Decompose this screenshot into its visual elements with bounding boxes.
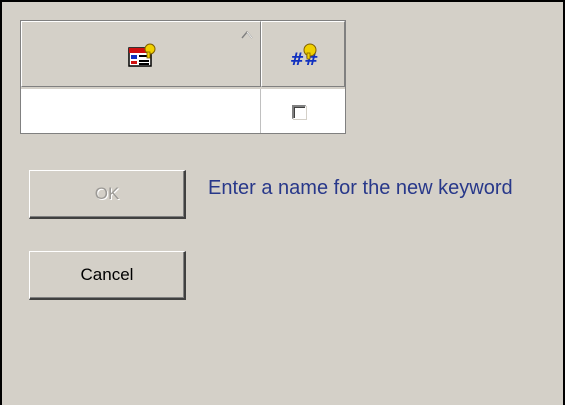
- keyword-flag-icon: ##: [290, 43, 318, 68]
- keyword-grid: ##: [20, 20, 346, 134]
- ok-button[interactable]: OK: [29, 170, 186, 219]
- keyword-flag-cell: [261, 89, 345, 133]
- keyword-name-icon: [128, 43, 156, 67]
- cancel-button[interactable]: Cancel: [29, 251, 186, 300]
- column-header-flag[interactable]: ##: [261, 21, 345, 87]
- keyword-name-cell[interactable]: [21, 89, 261, 133]
- status-message: Enter a name for the new keyword: [208, 177, 513, 199]
- keyword-flag-checkbox[interactable]: [292, 105, 306, 119]
- sort-ascending-icon: [241, 31, 253, 39]
- column-header-name[interactable]: [21, 21, 261, 87]
- new-keyword-dialog: ## OK Cancel Enter a name for the new ke…: [0, 0, 565, 405]
- table-row[interactable]: [21, 89, 345, 133]
- grid-header: ##: [21, 21, 345, 89]
